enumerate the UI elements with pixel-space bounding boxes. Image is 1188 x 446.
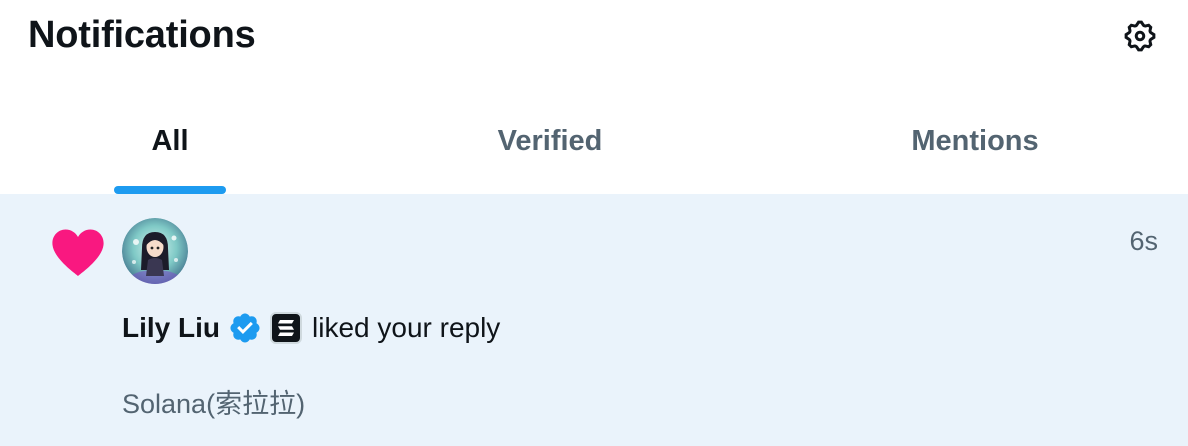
solana-logo-icon bbox=[278, 320, 294, 336]
tab-all[interactable]: All bbox=[0, 88, 340, 194]
settings-button[interactable] bbox=[1120, 16, 1160, 56]
gear-icon bbox=[1124, 20, 1156, 52]
notification-action-text: liked your reply bbox=[312, 312, 501, 343]
avatar-image bbox=[122, 218, 188, 284]
notification-timestamp: 6s bbox=[1129, 226, 1158, 256]
tab-verified[interactable]: Verified bbox=[380, 88, 720, 194]
avatar[interactable] bbox=[122, 218, 188, 284]
page-title: Notifications bbox=[28, 14, 256, 56]
tab-mentions[interactable]: Mentions bbox=[780, 88, 1170, 194]
active-tab-indicator bbox=[114, 186, 226, 194]
solana-badge-icon bbox=[270, 312, 302, 344]
tab-verified-label: Verified bbox=[497, 124, 603, 157]
user-name[interactable]: Lily Liu bbox=[122, 312, 220, 344]
header: Notifications bbox=[0, 0, 1188, 88]
tab-mentions-label: Mentions bbox=[911, 124, 1039, 157]
reply-preview-text: Solana(索拉拉) bbox=[122, 389, 306, 419]
notification-tabs: All Verified Mentions bbox=[0, 88, 1188, 194]
tab-all-label: All bbox=[151, 124, 189, 157]
notification-item[interactable]: 6s Lily Liu liked your reply Solana(索拉拉) bbox=[0, 194, 1188, 446]
notification-headline: Lily Liu liked your reply bbox=[122, 308, 500, 348]
verified-badge-icon bbox=[230, 313, 260, 343]
heart-icon bbox=[52, 229, 104, 276]
